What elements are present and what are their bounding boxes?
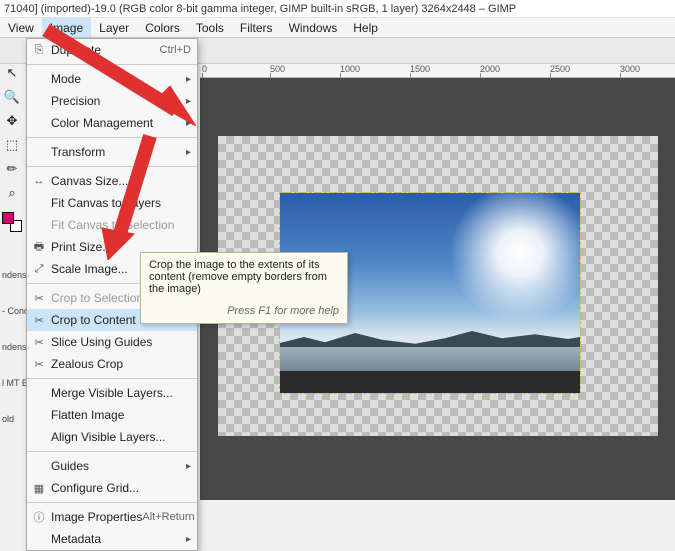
menu-item-mode[interactable]: Mode ▸	[27, 68, 197, 90]
ruler-tick: 1000	[340, 64, 360, 74]
menu-item-transform[interactable]: Transform ▸	[27, 141, 197, 163]
ruler-tick: 500	[270, 64, 285, 74]
window-title: 71040] (imported)-19.0 (RGB color 8-bit …	[0, 0, 675, 18]
menu-filters[interactable]: Filters	[232, 18, 281, 37]
menu-label: Color Management	[51, 116, 186, 130]
menu-label: Zealous Crop	[51, 357, 191, 371]
tool-zoom-icon[interactable]: 🔍	[3, 88, 21, 106]
menu-shortcut: Ctrl+D	[160, 44, 191, 56]
submenu-arrow-icon: ▸	[186, 534, 191, 545]
menu-item-merge-visible[interactable]: Merge Visible Layers...	[27, 382, 197, 404]
menu-item-align-layers[interactable]: Align Visible Layers...	[27, 426, 197, 448]
submenu-arrow-icon: ▸	[186, 74, 191, 85]
left-dock: ndensed - Cond ndensed l MT Bold, old	[0, 260, 24, 450]
menu-item-flatten[interactable]: Flatten Image	[27, 404, 197, 426]
menu-item-color-management[interactable]: Color Management ▸	[27, 112, 197, 134]
ruler-tick: 2500	[550, 64, 570, 74]
duplicate-icon: ⎘	[31, 44, 47, 57]
menu-item-canvas-size[interactable]: ↔ Canvas Size...	[27, 170, 197, 192]
menubar: View Image Layer Colors Tools Filters Wi…	[0, 18, 675, 38]
menu-item-configure-grid[interactable]: ▦ Configure Grid...	[27, 477, 197, 499]
menu-label: Fit Canvas to Selection	[51, 218, 191, 232]
menu-label: Canvas Size...	[51, 174, 191, 188]
menu-label: Configure Grid...	[51, 481, 191, 495]
menu-label: Transform	[51, 145, 186, 159]
tooltip: Crop the image to the extents of its con…	[140, 252, 348, 324]
crop-icon: ✂	[31, 292, 47, 305]
ruler-tick: 1500	[410, 64, 430, 74]
submenu-arrow-icon: ▸	[186, 118, 191, 129]
menu-label: Guides	[51, 459, 186, 473]
ruler-tick: 3000	[620, 64, 640, 74]
menu-item-fit-canvas-layers[interactable]: Fit Canvas to Layers	[27, 192, 197, 214]
menu-shortcut: Alt+Return	[142, 511, 194, 523]
menu-separator	[27, 378, 197, 379]
tool-pencil-icon[interactable]: ✏	[3, 160, 21, 178]
menu-separator	[27, 166, 197, 167]
slice-icon: ✂	[31, 336, 47, 349]
dock-label: old	[2, 414, 24, 424]
menu-label: Metadata	[51, 532, 186, 546]
toolbox: ↖ 🔍 ✥ ⬚ ✏ ⌕	[0, 64, 24, 232]
print-icon: 🖶	[31, 238, 47, 257]
resize-icon: ↔	[31, 175, 47, 187]
menu-item-zealous-crop[interactable]: ✂ Zealous Crop	[27, 353, 197, 375]
photo-foreground	[280, 371, 580, 393]
menu-item-precision[interactable]: Precision ▸	[27, 90, 197, 112]
menu-item-duplicate[interactable]: ⎘ Duplicate Ctrl+D	[27, 39, 197, 61]
menu-item-fit-canvas-selection: Fit Canvas to Selection	[27, 214, 197, 236]
menu-help[interactable]: Help	[345, 18, 386, 37]
menu-item-metadata[interactable]: Metadata ▸	[27, 528, 197, 550]
ruler-tick: 0	[202, 64, 207, 74]
dock-label: l MT Bold,	[2, 378, 24, 388]
tooltip-hint: Press F1 for more help	[149, 305, 339, 317]
menu-tools[interactable]: Tools	[188, 18, 232, 37]
tool-measure-icon[interactable]: ✥	[3, 112, 21, 130]
crop-icon: ✂	[31, 358, 47, 371]
menu-item-properties[interactable]: ⓘ Image Properties Alt+Return	[27, 506, 197, 528]
dock-label: - Cond	[2, 306, 24, 316]
tool-move-icon[interactable]: ↖	[3, 64, 21, 82]
menu-colors[interactable]: Colors	[137, 18, 188, 37]
submenu-arrow-icon: ▸	[186, 96, 191, 107]
tool-select-icon[interactable]: ⬚	[3, 136, 21, 154]
menu-separator	[27, 502, 197, 503]
menu-item-slice-guides[interactable]: ✂ Slice Using Guides	[27, 331, 197, 353]
menu-item-guides[interactable]: Guides ▸	[27, 455, 197, 477]
menu-label: Image Properties	[51, 510, 142, 524]
menu-view[interactable]: View	[0, 18, 42, 37]
menu-label: Align Visible Layers...	[51, 430, 191, 444]
grid-icon: ▦	[31, 482, 47, 495]
dock-label: ndensed	[2, 270, 24, 280]
fg-color-swatch[interactable]	[2, 212, 14, 224]
menu-label: Duplicate	[51, 43, 160, 57]
menu-separator	[27, 451, 197, 452]
menu-image[interactable]: Image	[42, 18, 91, 37]
ruler-tick: 2000	[480, 64, 500, 74]
horizontal-ruler: 0 500 1000 1500 2000 2500 3000	[200, 64, 675, 78]
menu-label: Mode	[51, 72, 186, 86]
color-swatches[interactable]	[2, 212, 22, 232]
menu-layer[interactable]: Layer	[91, 18, 137, 37]
submenu-arrow-icon: ▸	[186, 461, 191, 472]
menu-windows[interactable]: Windows	[281, 18, 346, 37]
menu-separator	[27, 64, 197, 65]
crop-icon: ✂	[31, 314, 47, 327]
photo-sunflare	[440, 193, 580, 333]
info-icon: ⓘ	[31, 509, 47, 525]
menu-label: Precision	[51, 94, 186, 108]
tooltip-text: Crop the image to the extents of its con…	[149, 259, 339, 295]
dock-label: ndensed	[2, 342, 24, 352]
menu-label: Fit Canvas to Layers	[51, 196, 191, 210]
submenu-arrow-icon: ▸	[186, 147, 191, 158]
tool-picker-icon[interactable]: ⌕	[3, 184, 21, 202]
menu-label: Slice Using Guides	[51, 335, 191, 349]
menu-label: Merge Visible Layers...	[51, 386, 191, 400]
menu-separator	[27, 137, 197, 138]
menu-label: Flatten Image	[51, 408, 191, 422]
scale-icon: ⤢	[31, 263, 47, 276]
